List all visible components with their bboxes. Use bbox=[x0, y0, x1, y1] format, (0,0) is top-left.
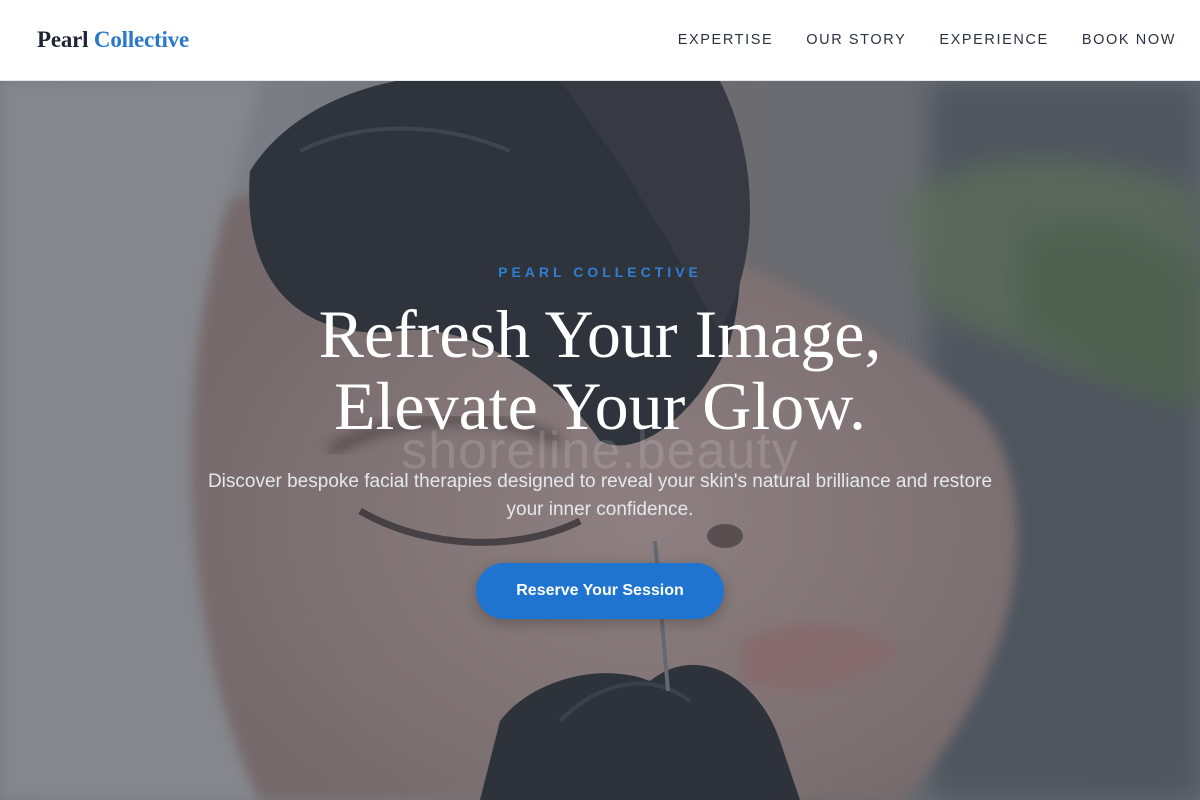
nav-expertise[interactable]: EXPERTISE bbox=[678, 32, 774, 48]
hero-eyebrow: PEARL COLLECTIVE bbox=[498, 264, 702, 280]
nav-our-story[interactable]: OUR STORY bbox=[806, 32, 906, 48]
headline-line-1: Refresh Your Image, bbox=[318, 296, 882, 372]
brand-logo[interactable]: Pearl Collective bbox=[37, 27, 189, 53]
nav-book-now[interactable]: BOOK NOW bbox=[1082, 32, 1176, 48]
brand-name-part1: Pearl bbox=[37, 27, 89, 52]
site-header: Pearl Collective EXPERTISE OUR STORY EXP… bbox=[0, 0, 1200, 81]
reserve-session-button[interactable]: Reserve Your Session bbox=[476, 563, 724, 619]
main-nav: EXPERTISE OUR STORY EXPERIENCE BOOK NOW bbox=[645, 32, 1176, 48]
brand-name-part2: Collective bbox=[93, 27, 189, 52]
hero-section: PEARL COLLECTIVE Refresh Your Image, Ele… bbox=[0, 81, 1200, 800]
hero-subtext: Discover bespoke facial therapies design… bbox=[207, 471, 993, 520]
nav-experience[interactable]: EXPERIENCE bbox=[939, 32, 1048, 48]
